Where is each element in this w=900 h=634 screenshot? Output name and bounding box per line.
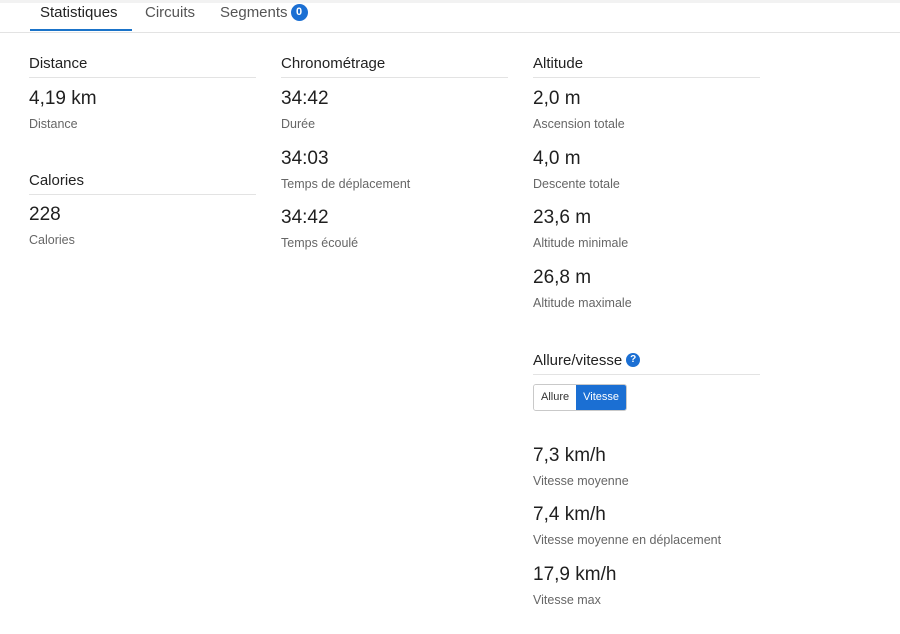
stat-elapsed-time: 34:42 Temps écoulé — [281, 207, 358, 250]
stat-total-ascent: 2,0 m Ascension totale — [533, 88, 625, 131]
stat-value: 4,0 m — [533, 148, 581, 169]
stat-value: 26,8 m — [533, 267, 592, 288]
stat-value: 34:03 — [281, 148, 329, 169]
stat-avg-speed: 7,3 km/h Vitesse moyenne — [533, 445, 629, 488]
toggle-allure-button[interactable]: Allure — [534, 385, 577, 410]
stat-avg-moving-speed: 7,4 km/h Vitesse moyenne en déplacement — [533, 504, 721, 547]
calories-section: Calories 228 Calories — [29, 172, 256, 247]
stat-label: Calories — [29, 233, 75, 247]
stat-label: Vitesse moyenne — [533, 474, 629, 488]
stat-label: Altitude minimale — [533, 236, 629, 250]
altitude-section: Altitude 2,0 m Ascension totale 4,0 m De… — [533, 55, 760, 310]
stat-value: 7,4 km/h — [533, 504, 606, 525]
stat-value: 2,0 m — [533, 88, 581, 109]
stat-value: 34:42 — [281, 207, 329, 228]
help-question-icon[interactable]: ? — [626, 353, 641, 368]
tab-bar: Statistiques Circuits Segments 0 — [0, 0, 900, 33]
pace-speed-toggle: Allure Vitesse — [533, 384, 627, 411]
stat-value: 228 — [29, 204, 61, 225]
stat-value: 34:42 — [281, 88, 329, 109]
tab-statistiques[interactable]: Statistiques — [40, 4, 118, 21]
stat-label: Vitesse moyenne en déplacement — [533, 533, 722, 547]
active-tab-indicator — [30, 29, 132, 31]
pace-speed-section: Allure/vitesse? Allure Vitesse 7,3 km/h … — [533, 352, 760, 607]
stat-label: Altitude maximale — [533, 296, 632, 310]
stat-label: Temps de déplacement — [281, 177, 411, 191]
stat-max-altitude: 26,8 m Altitude maximale — [533, 267, 632, 310]
pace-speed-title: Allure/vitesse? — [533, 352, 760, 375]
stat-label: Temps écoulé — [281, 236, 359, 250]
stat-value: 7,3 km/h — [533, 445, 606, 466]
tab-segments-label: Segments — [220, 4, 288, 21]
tab-circuits[interactable]: Circuits — [145, 4, 195, 21]
stat-label: Vitesse max — [533, 593, 601, 607]
toggle-vitesse-button[interactable]: Vitesse — [576, 385, 626, 410]
timing-section: Chronométrage 34:42 Durée 34:03 Temps de… — [281, 55, 508, 250]
stat-total-descent: 4,0 m Descente totale — [533, 148, 620, 191]
stat-calories: 228 Calories — [29, 204, 75, 247]
stat-distance: 4,19 km Distance — [29, 88, 97, 131]
stat-max-speed: 17,9 km/h Vitesse max — [533, 564, 616, 607]
stat-min-altitude: 23,6 m Altitude minimale — [533, 207, 628, 250]
stat-label: Ascension totale — [533, 117, 625, 131]
stat-value: 23,6 m — [533, 207, 592, 228]
stat-label: Descente totale — [533, 177, 620, 191]
stat-label: Durée — [281, 117, 316, 131]
stat-value: 4,19 km — [29, 88, 97, 109]
altitude-title: Altitude — [533, 55, 760, 78]
distance-section: Distance 4,19 km Distance — [29, 55, 256, 131]
tab-segments[interactable]: Segments 0 — [220, 3, 308, 22]
calories-title: Calories — [29, 172, 256, 195]
timing-title: Chronométrage — [281, 55, 508, 78]
stat-moving-time: 34:03 Temps de déplacement — [281, 148, 410, 191]
distance-title: Distance — [29, 55, 256, 78]
pace-speed-title-text: Allure/vitesse — [533, 352, 623, 369]
stat-duration: 34:42 Durée — [281, 88, 329, 131]
segments-count-badge: 0 — [290, 3, 308, 21]
stat-value: 17,9 km/h — [533, 564, 617, 585]
stat-label: Distance — [29, 117, 78, 131]
